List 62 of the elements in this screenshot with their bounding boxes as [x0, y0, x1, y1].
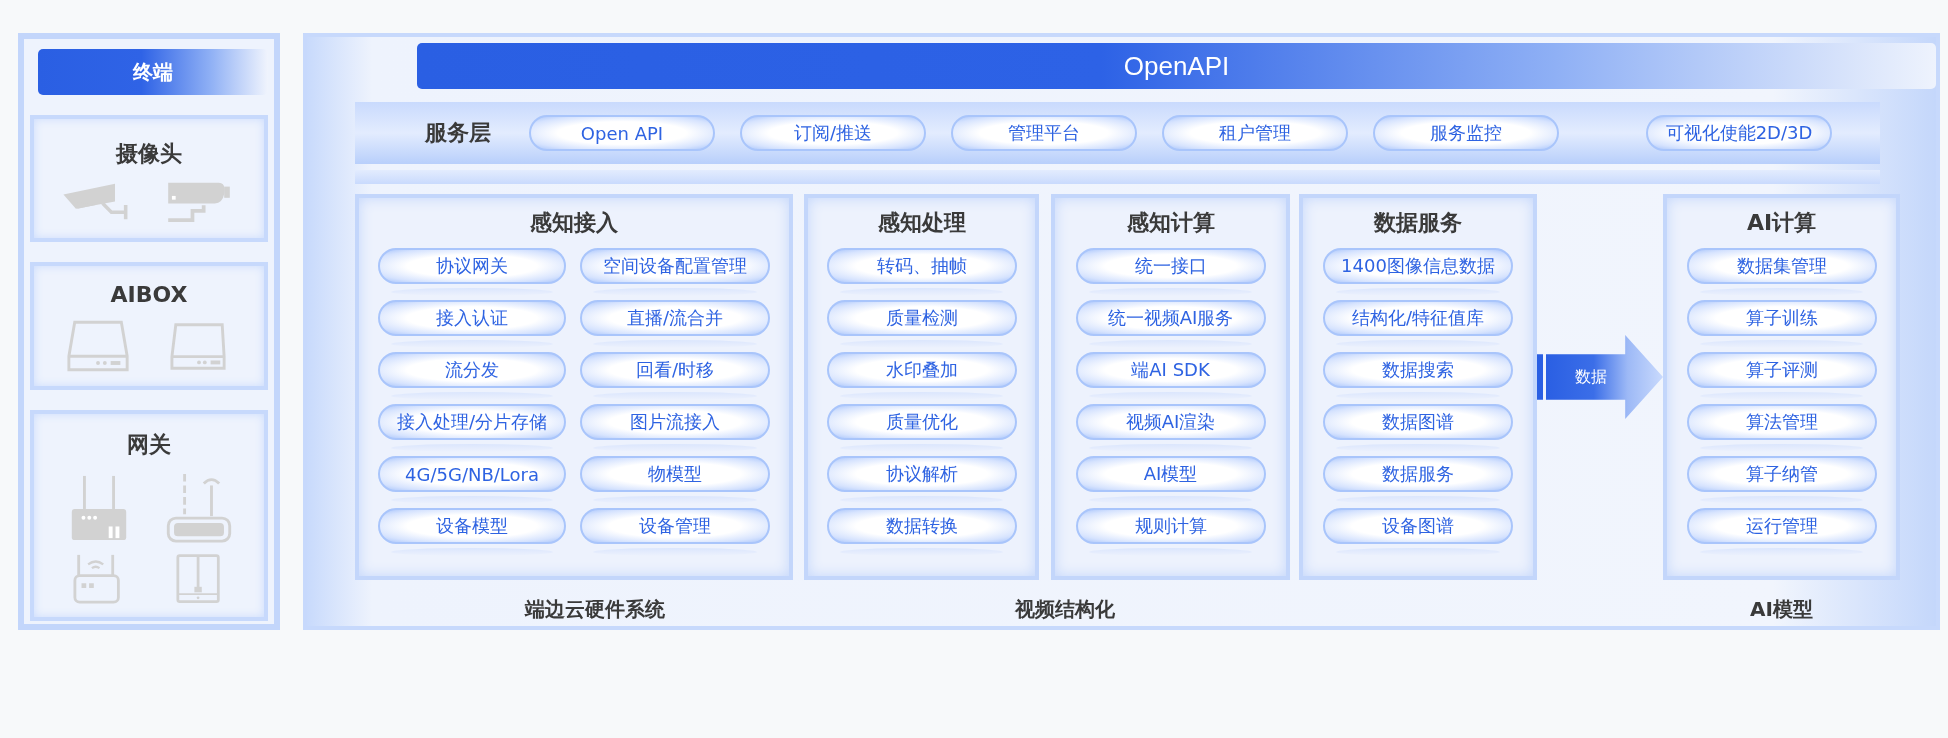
function-pill: 数据图谱	[1323, 404, 1513, 440]
router-icon	[69, 474, 129, 542]
function-pill: 数据转换	[826, 508, 1017, 544]
function-pill: 数据集管理	[1686, 248, 1877, 284]
module-title: 感知处理	[877, 209, 966, 237]
function-pill: 结构化/特征值库	[1323, 300, 1513, 336]
function-pill: 水印叠加	[826, 352, 1017, 388]
router-icon	[165, 472, 233, 544]
function-pill: 设备管理	[580, 508, 770, 544]
function-pill: AI模型	[1075, 456, 1266, 492]
function-pill: 运行管理	[1686, 508, 1877, 544]
function-pill: 1400图像信息数据	[1323, 248, 1513, 284]
function-pill: 算子纳管	[1686, 456, 1877, 492]
camera-icon	[166, 181, 232, 223]
function-pill: 算子训练	[1686, 300, 1877, 336]
function-pill: 物模型	[580, 456, 770, 492]
group-label: 视频结构化	[1013, 596, 1116, 623]
group-label: AI模型	[1749, 596, 1814, 623]
device-title: AIBOX	[110, 282, 188, 307]
function-pill: 端AI SDK	[1075, 352, 1266, 388]
function-pill: 算法管理	[1686, 404, 1877, 440]
function-pill: 直播/流合并	[580, 300, 770, 336]
function-pill: 数据搜索	[1323, 352, 1513, 388]
module-title: 数据服务	[1374, 209, 1462, 237]
function-pill: 回看/时移	[580, 352, 770, 388]
door-icon	[176, 553, 222, 605]
device-title: 网关	[127, 431, 171, 459]
function-pill: 流分发	[378, 352, 566, 388]
function-pill: 规则计算	[1075, 508, 1266, 544]
openapi-banner: OpenAPI	[417, 43, 1936, 89]
function-pill: 设备模型	[378, 508, 566, 544]
module-title: 感知计算	[1126, 209, 1215, 237]
service-pill: 服务监控	[1373, 115, 1559, 151]
function-pill: 数据服务	[1323, 456, 1513, 492]
service-layer-title: 服务层	[425, 119, 492, 147]
function-pill: 接入认证	[378, 300, 566, 336]
service-pill: 可视化使能2D/3D	[1646, 115, 1832, 151]
device-title: 摄像头	[116, 140, 182, 168]
module-title: 感知接入	[530, 209, 618, 237]
function-pill: 统一视频AI服务	[1075, 300, 1266, 336]
service-pill: 订阅/推送	[740, 115, 926, 151]
function-pill: 图片流接入	[580, 404, 770, 440]
arrow-label: 数据	[1575, 366, 1607, 388]
function-pill: 统一接口	[1075, 248, 1266, 284]
service-pill: Open API	[529, 115, 715, 151]
function-pill: 转码、抽帧	[826, 248, 1017, 284]
function-pill: 算子评测	[1686, 352, 1877, 388]
function-pill: 视频AI渲染	[1075, 404, 1266, 440]
module-title: AI计算	[1746, 209, 1817, 237]
group-label: 端边云硬件系统	[523, 596, 666, 623]
service-pill: 管理平台	[951, 115, 1137, 151]
function-pill: 空间设备配置管理	[580, 248, 770, 284]
service-pill: 租户管理	[1162, 115, 1348, 151]
function-pill: 设备图谱	[1323, 508, 1513, 544]
function-pill: 接入处理/分片存储	[378, 404, 566, 440]
terminal-title-bar: 终端	[38, 49, 268, 95]
box-icon	[170, 321, 228, 371]
function-pill: 质量优化	[826, 404, 1017, 440]
function-pill: 4G/5G/NB/Lora	[378, 456, 566, 492]
function-pill: 协议网关	[378, 248, 566, 284]
function-pill: 质量检测	[826, 300, 1017, 336]
function-pill: 协议解析	[826, 456, 1017, 492]
